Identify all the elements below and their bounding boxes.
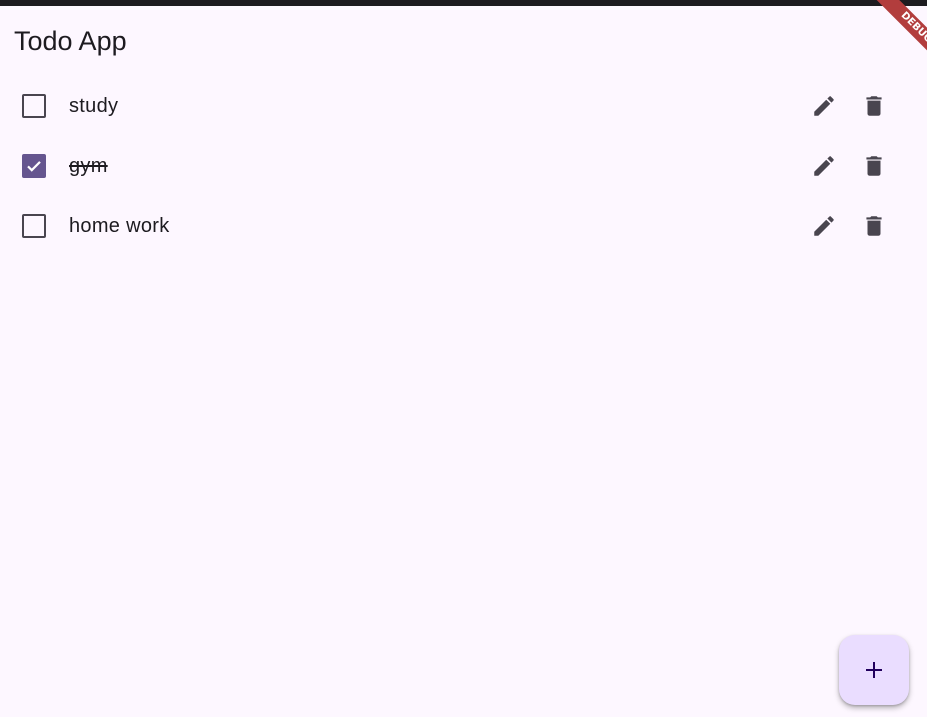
- edit-button[interactable]: [806, 148, 842, 184]
- pencil-icon: [814, 216, 834, 236]
- todo-label: gym: [69, 155, 108, 177]
- add-todo-button[interactable]: [839, 635, 909, 705]
- pencil-icon: [814, 156, 834, 176]
- todo-list: study gym home work: [0, 76, 927, 256]
- check-icon: [27, 161, 41, 172]
- todo-item: study: [0, 76, 927, 136]
- todo-label: study: [69, 95, 119, 117]
- pencil-icon: [814, 96, 834, 116]
- todo-checkbox[interactable]: [22, 214, 46, 238]
- app-bar: Todo App: [0, 6, 927, 74]
- delete-button[interactable]: [856, 148, 892, 184]
- trash-icon: [866, 216, 882, 236]
- edit-button[interactable]: [806, 208, 842, 244]
- todo-checkbox[interactable]: [22, 94, 46, 118]
- delete-button[interactable]: [856, 208, 892, 244]
- todo-checkbox[interactable]: [22, 154, 46, 178]
- trash-icon: [866, 156, 882, 176]
- page-title: Todo App: [14, 26, 127, 56]
- trash-icon: [866, 96, 882, 116]
- edit-button[interactable]: [806, 88, 842, 124]
- delete-button[interactable]: [856, 88, 892, 124]
- plus-icon: [866, 662, 882, 678]
- todo-label: home work: [69, 215, 170, 237]
- todo-item: home work: [0, 196, 927, 256]
- todo-item: gym: [0, 136, 927, 196]
